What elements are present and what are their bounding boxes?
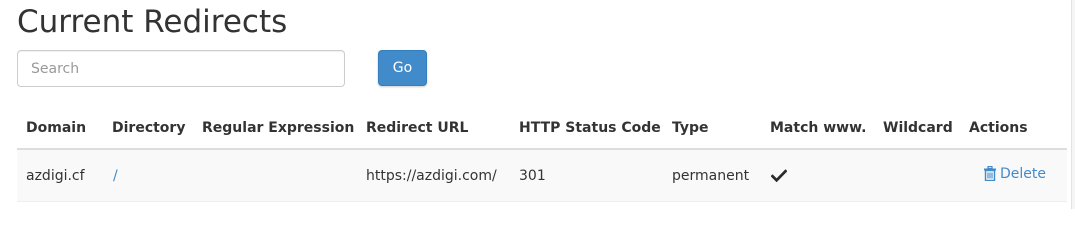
column-header-wildcard: Wildcard bbox=[874, 108, 960, 150]
column-header-regular-expression: Regular Expression bbox=[193, 108, 357, 150]
column-header-match-www: Match www. bbox=[761, 108, 874, 150]
search-input[interactable] bbox=[17, 50, 345, 87]
delete-label: Delete bbox=[1000, 165, 1046, 182]
page-edge bbox=[1071, 0, 1075, 209]
table-header-row: Domain Directory Regular Expression Redi… bbox=[17, 108, 1067, 150]
cell-directory: / bbox=[103, 149, 193, 202]
redirects-table: Domain Directory Regular Expression Redi… bbox=[17, 108, 1067, 202]
directory-link[interactable]: / bbox=[112, 168, 118, 184]
cell-domain: azdigi.cf bbox=[17, 149, 103, 202]
trash-icon bbox=[984, 166, 996, 182]
cell-actions: Delete bbox=[960, 149, 1067, 202]
column-header-http-status-code: HTTP Status Code bbox=[510, 108, 663, 150]
cell-match-www bbox=[761, 149, 874, 202]
column-header-type: Type bbox=[663, 108, 761, 150]
check-icon bbox=[771, 168, 787, 182]
table-row: azdigi.cf / https://azdigi.com/ 301 perm… bbox=[17, 149, 1067, 202]
cell-type: permanent bbox=[663, 149, 761, 202]
column-header-directory: Directory bbox=[103, 108, 193, 150]
page-title: Current Redirects bbox=[17, 4, 288, 40]
go-button[interactable]: Go bbox=[378, 50, 427, 86]
column-header-actions: Actions bbox=[960, 108, 1067, 150]
cell-http-status-code: 301 bbox=[510, 149, 663, 202]
cell-wildcard bbox=[874, 149, 960, 202]
cell-regular-expression bbox=[193, 149, 357, 202]
cell-redirect-url: https://azdigi.com/ bbox=[357, 149, 510, 202]
column-header-domain: Domain bbox=[17, 108, 103, 150]
delete-button[interactable]: Delete bbox=[984, 166, 1046, 182]
column-header-redirect-url: Redirect URL bbox=[357, 108, 510, 150]
